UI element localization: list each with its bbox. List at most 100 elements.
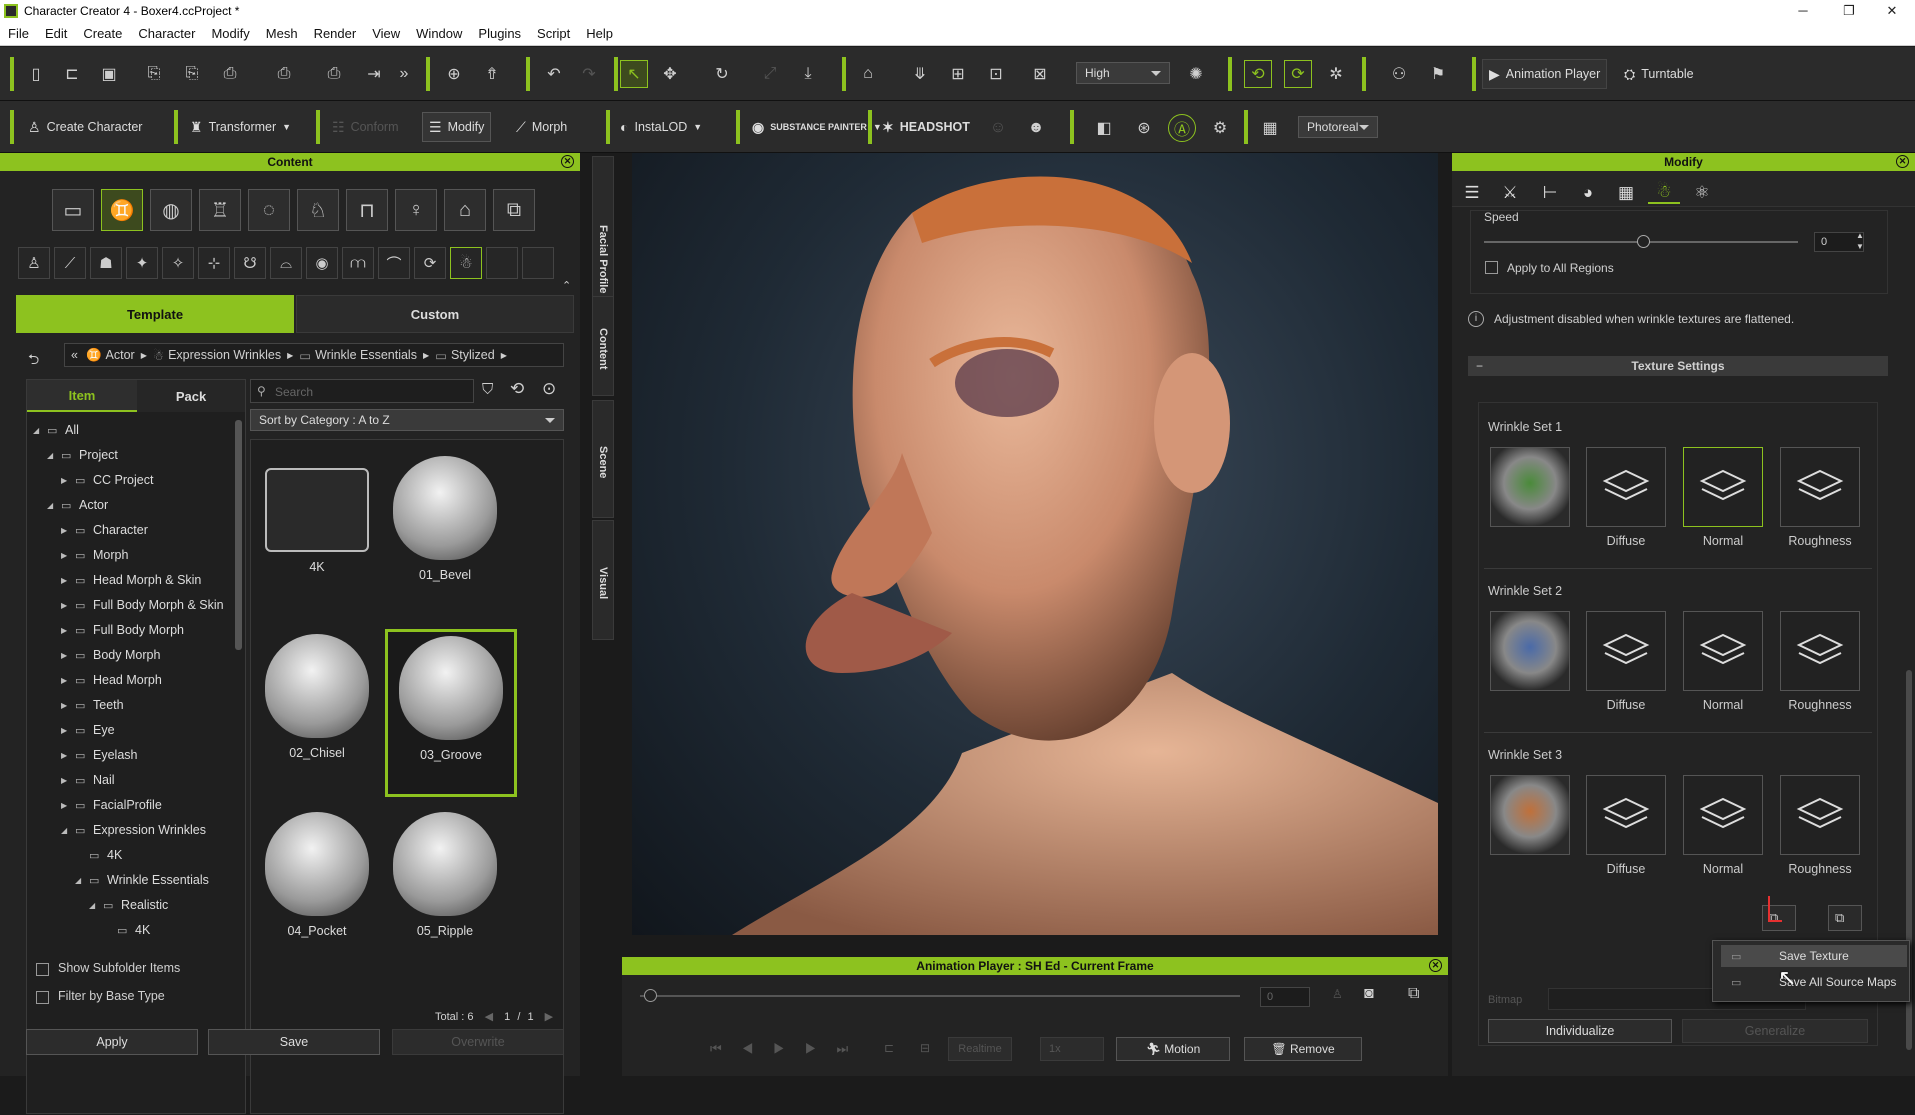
search-input[interactable]: ⚲ Search xyxy=(250,379,474,403)
checker-icon[interactable]: ▦ xyxy=(1610,182,1642,204)
menu-modify[interactable]: Modify xyxy=(203,26,257,41)
expression-icon[interactable]: ⟳ xyxy=(1284,60,1312,88)
timeline-slider[interactable] xyxy=(640,995,1240,997)
camera-icon[interactable]: ◙ xyxy=(1364,985,1374,1003)
body-morph-sub-icon[interactable]: ⊹ xyxy=(198,247,230,279)
menu-view[interactable]: View xyxy=(364,26,408,41)
texture-settings-header[interactable]: − Texture Settings xyxy=(1468,356,1888,376)
expand-arrow-icon[interactable]: ▶ xyxy=(61,801,75,810)
list-item[interactable]: 04_Pocket xyxy=(263,810,371,950)
zoom-selected-icon[interactable]: ⤋ xyxy=(906,60,934,88)
eye-sub-icon[interactable]: ◉ xyxy=(306,247,338,279)
new-file-icon[interactable]: ▯ xyxy=(22,60,50,88)
speed-stepper[interactable]: ▲ ▼ xyxy=(1856,230,1864,252)
tree-item[interactable]: ▶ ▭ Character xyxy=(61,520,148,540)
menu-render[interactable]: Render xyxy=(306,26,365,41)
nail-sub-icon[interactable]: ⌒ xyxy=(378,247,410,279)
morph-slider-icon[interactable]: ⊢ xyxy=(1534,182,1566,204)
tree-item[interactable]: ▶ ▭ Teeth xyxy=(61,695,124,715)
face-mask-icon[interactable]: ☻ xyxy=(1022,114,1050,142)
open-folder-icon[interactable]: ⊏ xyxy=(58,60,86,88)
head-morph-skin-sub-icon[interactable]: ☗ xyxy=(90,247,122,279)
window-icon[interactable]: ⧉ xyxy=(1408,985,1419,1003)
light-icon[interactable]: ✺ xyxy=(1182,60,1210,88)
save-button[interactable]: Save xyxy=(208,1029,380,1055)
texture-slot[interactable] xyxy=(1780,775,1860,855)
tree-item[interactable]: ◢ ▭ Realistic xyxy=(89,895,168,915)
sort-dropdown[interactable]: Sort by Category : A to Z xyxy=(250,409,564,431)
export-icon[interactable]: ⇥ xyxy=(360,60,388,88)
accessory-category-icon[interactable]: ♘ xyxy=(297,189,339,231)
full-body-morph-sub-icon[interactable]: ✧ xyxy=(162,247,194,279)
expand-arrow-icon[interactable]: ▶ xyxy=(61,576,75,585)
pose-category-icon[interactable]: ⊓ xyxy=(346,189,388,231)
texture-slot[interactable] xyxy=(1586,775,1666,855)
save-all-source-maps-menu-item[interactable]: Save All Source Maps xyxy=(1721,971,1907,993)
create-character-button[interactable]: ♙ Create Character xyxy=(22,112,148,142)
head-morph-sub-icon[interactable]: ☋ xyxy=(234,247,266,279)
save-icon[interactable]: ▣ xyxy=(95,60,123,88)
collapse-arrow-icon[interactable]: ◢ xyxy=(33,426,47,435)
apply-button[interactable]: Apply xyxy=(26,1029,198,1055)
import-icon[interactable]: ⎘ xyxy=(140,60,168,88)
motion-category-icon[interactable]: ♀ xyxy=(395,189,437,231)
list-item[interactable]: 01_Bevel xyxy=(391,454,499,594)
wrinkle-set-preview[interactable] xyxy=(1490,775,1570,855)
animation-player-button[interactable]: ▶ Animation Player xyxy=(1482,59,1608,89)
pose-icon[interactable]: ⚔ xyxy=(1494,182,1526,204)
tree-item[interactable]: ◢ ▭ Expression Wrinkles xyxy=(61,820,206,840)
facial-profile-sub-icon[interactable]: ⟳ xyxy=(414,247,446,279)
filter-base-type-checkbox[interactable] xyxy=(36,991,49,1004)
teeth-sub-icon[interactable]: ⌓ xyxy=(270,247,302,279)
maximize-button[interactable]: ❐ xyxy=(1826,0,1872,22)
empty-slot-icon[interactable] xyxy=(486,247,518,279)
home-camera-icon[interactable]: ⌂ xyxy=(854,60,882,88)
material-icon[interactable]: ◕ xyxy=(1572,182,1604,204)
tree-scrollbar[interactable] xyxy=(235,420,242,650)
place-icon[interactable]: ⤓ xyxy=(794,60,822,88)
collapse-up-icon[interactable]: ⌃ xyxy=(562,279,571,292)
undo-icon[interactable]: ↶ xyxy=(540,60,568,88)
prev-page-icon[interactable]: ◀ xyxy=(485,1011,493,1023)
menu-edit[interactable]: Edit xyxy=(37,26,75,41)
morph-sub-icon[interactable]: ⟋ xyxy=(54,247,86,279)
list-item[interactable]: 05_Ripple xyxy=(391,810,499,950)
folder-category-icon[interactable]: ▭ xyxy=(52,189,94,231)
close-button[interactable]: ✕ xyxy=(1869,0,1915,22)
empty-slot-icon[interactable] xyxy=(522,247,554,279)
tree-item[interactable]: ▶ ▭ Head Morph & Skin xyxy=(61,570,201,590)
list-item-selected[interactable]: 03_Groove xyxy=(385,629,517,797)
tree-item[interactable]: ▶ ▭ Morph xyxy=(61,545,128,565)
calendar-icon[interactable]: ▦ xyxy=(1256,114,1284,142)
move-icon[interactable]: ✥ xyxy=(656,60,684,88)
morph-button[interactable]: ⟋ Morph xyxy=(510,112,573,142)
close-icon[interactable]: ✕ xyxy=(1896,155,1909,168)
breadcrumb-expression-wrinkles[interactable]: Expression Wrinkles xyxy=(168,348,281,362)
expand-arrow-icon[interactable]: ▶ xyxy=(61,701,75,710)
speed-slider-handle[interactable] xyxy=(1637,235,1650,248)
auto-icon[interactable]: Ⓐ xyxy=(1168,114,1196,142)
pose-icon[interactable]: ⟲ xyxy=(1244,60,1272,88)
tree-item[interactable]: ▶ ▭ CC Project xyxy=(61,470,153,490)
publish-icon[interactable]: ⇮ xyxy=(478,60,506,88)
tab-visual[interactable]: Visual xyxy=(592,520,614,640)
ik-icon[interactable]: ♙ xyxy=(1332,987,1343,1001)
tree-item[interactable]: ▶ ▭ Full Body Morph xyxy=(61,620,184,640)
playback-controls[interactable]: ⏮◀▶▶⏭ xyxy=(710,1041,868,1057)
refresh-icon[interactable]: ⟲ xyxy=(510,379,524,399)
collapse-arrow-icon[interactable]: ◢ xyxy=(47,451,61,460)
remove-button[interactable]: 🗑︎ Remove xyxy=(1244,1037,1362,1061)
texture-slot[interactable] xyxy=(1780,611,1860,691)
double-chevron-left-icon[interactable]: « xyxy=(71,348,78,362)
tree-item[interactable]: ◢ ▭ Actor xyxy=(47,495,108,515)
expand-arrow-icon[interactable]: ▶ xyxy=(61,601,75,610)
quality-dropdown[interactable]: High xyxy=(1076,62,1170,84)
wrinkle-set-preview[interactable] xyxy=(1490,611,1570,691)
fbx-import-icon[interactable]: ⎙ xyxy=(270,60,298,88)
realtime-button[interactable]: Realtime xyxy=(948,1037,1012,1061)
usd-export-icon[interactable]: ⎙ xyxy=(320,60,348,88)
expand-arrow-icon[interactable]: ▶ xyxy=(61,526,75,535)
filter-icon[interactable]: ⛉ xyxy=(482,381,493,398)
breadcrumb-actor[interactable]: Actor xyxy=(106,348,135,362)
modify-button[interactable]: ☰ Modify xyxy=(422,112,492,142)
